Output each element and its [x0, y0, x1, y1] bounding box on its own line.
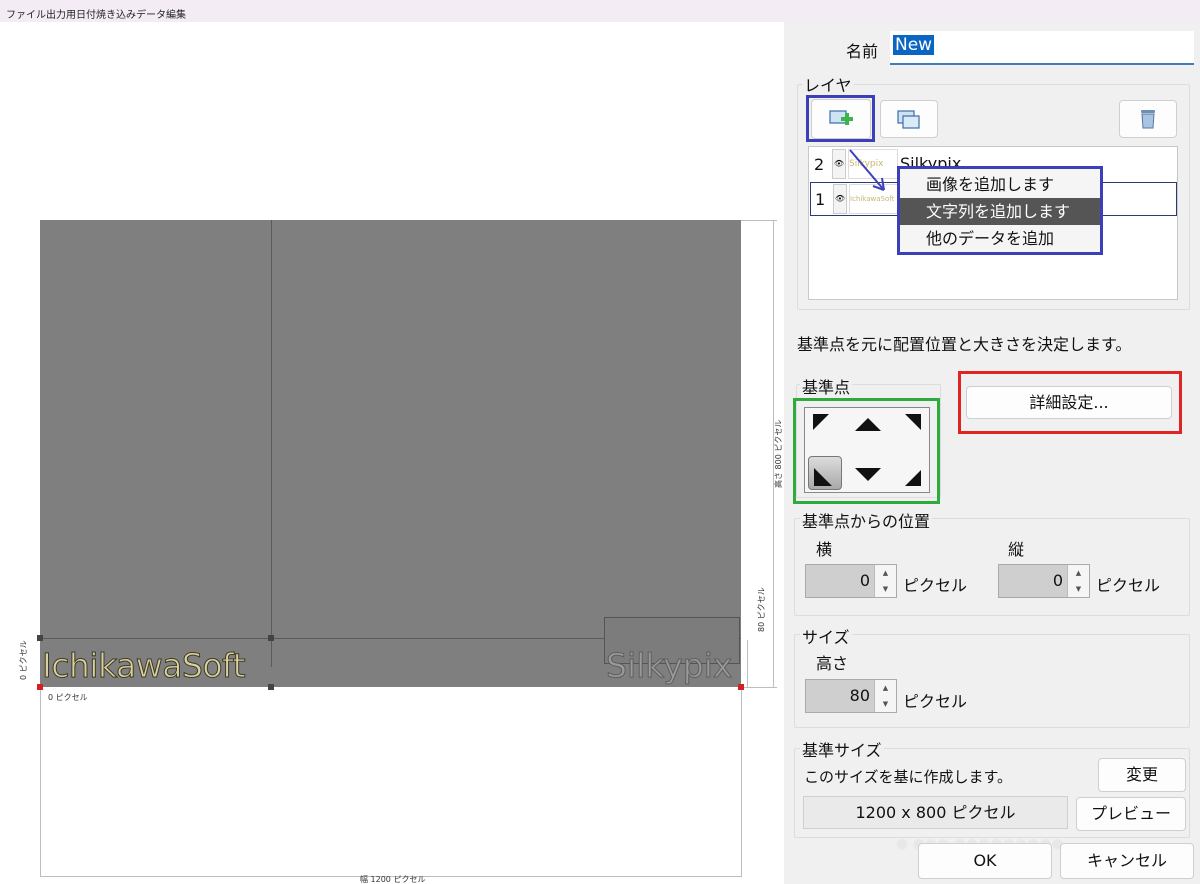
anchor-description: 基準点を元に配置位置と大きさを決定します。 [797, 335, 1132, 354]
annotation-arrow [849, 149, 885, 191]
position-group-title: 基準点からの位置 [800, 508, 933, 532]
spin-down-icon[interactable]: ▼ [875, 581, 896, 597]
resize-handle[interactable] [268, 635, 274, 641]
dimension-width-label: 幅 1200 ピクセル [360, 875, 426, 884]
vertical-unit: ピクセル [1096, 576, 1161, 595]
base-size-group-title: 基準サイズ [800, 737, 884, 761]
dimension-height-label: 高さ 800 ピクセル [774, 419, 783, 488]
menu-item-add-image[interactable]: 画像を追加します [900, 171, 1100, 198]
menu-item-add-text[interactable]: 文字列を追加します [900, 198, 1100, 225]
trash-icon [1141, 110, 1155, 129]
horizontal-value: 0 [859, 571, 870, 590]
dimension-tick-top [741, 220, 777, 221]
window-title: ファイル出力用日付焼き込みデータ編集 [0, 0, 1200, 22]
name-input-value: New [893, 35, 935, 55]
spin-down-icon[interactable]: ▼ [1068, 581, 1089, 597]
dimension-line-80 [747, 640, 748, 687]
resize-handle[interactable] [268, 684, 274, 690]
spin-up-icon[interactable]: ▲ [875, 565, 896, 581]
height-unit: ピクセル [903, 692, 968, 711]
horizontal-unit: ピクセル [903, 576, 968, 595]
layer-text-silkypix[interactable]: Silkypix [605, 646, 732, 686]
vertical-value: 0 [1052, 571, 1063, 590]
horizontal-label: 横 [816, 540, 833, 559]
highlight-anchor [793, 398, 940, 504]
menu-item-add-other[interactable]: 他のデータを追加 [900, 225, 1100, 252]
resize-handle[interactable] [37, 635, 43, 641]
height-stepper[interactable]: 80 ▲ ▼ [805, 679, 897, 713]
visibility-eye-icon[interactable]: 👁 [832, 149, 846, 179]
layer-index: 1 [815, 190, 826, 209]
name-input[interactable] [890, 31, 1194, 65]
visibility-eye-icon[interactable]: 👁 [833, 184, 847, 214]
dimension-left-label: 0 ピクセル [19, 640, 28, 680]
horizontal-stepper[interactable]: 0 ▲ ▼ [805, 564, 897, 598]
layer-group-title: レイヤ [802, 72, 854, 96]
duplicate-layer-icon [897, 110, 920, 129]
dimension-tick-bottom [741, 687, 777, 688]
add-layer-menu: 画像を追加します 文字列を追加します 他のデータを追加 [897, 166, 1103, 255]
height-value: 80 [849, 686, 870, 705]
delete-layer-button[interactable] [1119, 100, 1177, 138]
spin-up-icon[interactable]: ▲ [1068, 565, 1089, 581]
name-label: 名前 [846, 42, 879, 61]
guide-line-vertical [271, 220, 272, 667]
anchor-handle[interactable] [738, 684, 744, 690]
canvas-preview[interactable] [0, 22, 784, 884]
ok-button[interactable]: OK [918, 843, 1052, 879]
dimension-bottom-label: 0 ピクセル [48, 693, 88, 702]
spin-down-icon[interactable]: ▼ [875, 696, 896, 712]
highlight-add-layer [806, 95, 875, 142]
vertical-stepper[interactable]: 0 ▲ ▼ [998, 564, 1090, 598]
layer-index: 2 [814, 155, 825, 174]
preview-button[interactable]: プレビュー [1076, 797, 1186, 831]
height-label: 高さ [816, 654, 849, 673]
base-size-value: 1200 x 800 ピクセル [803, 796, 1068, 829]
layer-text-ichikawasoft[interactable]: IchikawaSoft [41, 646, 246, 686]
duplicate-layer-button[interactable] [880, 100, 938, 138]
anchor-group-title: 基準点 [800, 374, 853, 398]
cancel-button[interactable]: キャンセル [1060, 843, 1194, 879]
dimension-80-label: 80 ピクセル [757, 587, 766, 632]
highlight-detail-settings [958, 371, 1182, 434]
dimension-line-left [40, 687, 41, 877]
base-size-description: このサイズを基に作成します。 [804, 768, 1013, 786]
size-group-title: サイズ [800, 624, 852, 648]
dimension-line-right-low [741, 687, 742, 877]
spin-up-icon[interactable]: ▲ [875, 680, 896, 696]
vertical-label: 縦 [1008, 540, 1025, 559]
change-button[interactable]: 変更 [1098, 758, 1186, 792]
